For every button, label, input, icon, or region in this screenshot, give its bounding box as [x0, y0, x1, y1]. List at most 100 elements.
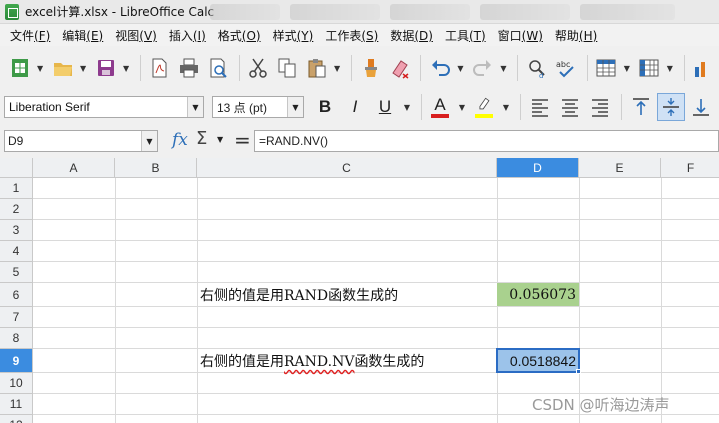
save-dropdown-arrow[interactable]: ▼ [121, 54, 131, 82]
highlight-color-swatch [475, 114, 493, 118]
open-dropdown-arrow[interactable]: ▼ [78, 54, 88, 82]
select-all-corner[interactable] [0, 158, 33, 178]
standard-toolbar: ▼ ▼ ▼ ▼ ▼ ▼ d abc ▼ ▼ [0, 48, 719, 88]
row-header-12[interactable]: 12 [0, 415, 33, 423]
column-header-e[interactable]: E [579, 158, 661, 178]
menu-edit[interactable]: 编辑(E) [56, 27, 109, 44]
print-icon[interactable] [175, 54, 202, 82]
svg-text:abc: abc [556, 60, 570, 69]
paste-icon[interactable] [303, 54, 330, 82]
column-header-b[interactable]: B [115, 158, 197, 178]
export-pdf-icon[interactable] [146, 54, 173, 82]
row-header-8[interactable]: 8 [0, 328, 33, 349]
insert-chart-icon[interactable] [690, 54, 717, 82]
redo-icon[interactable] [469, 54, 496, 82]
font-size-box[interactable]: 13 点 (pt) ▼ [212, 96, 304, 118]
row-header-1[interactable]: 1 [0, 178, 33, 199]
underline-button[interactable]: U [372, 94, 398, 120]
name-box-value[interactable]: D9 [5, 134, 141, 148]
highlight-dropdown-arrow[interactable]: ▼ [501, 93, 511, 121]
font-name-box[interactable]: Liberation Serif ▼ [4, 96, 204, 118]
italic-button[interactable]: I [342, 94, 368, 120]
row-header-2[interactable]: 2 [0, 199, 33, 220]
font-size-dropdown-icon[interactable]: ▼ [287, 97, 303, 117]
align-left-icon[interactable] [526, 93, 554, 121]
column-header-c[interactable]: C [197, 158, 497, 178]
formula-input[interactable]: =RAND.NV() [254, 130, 719, 152]
formatting-toolbar: Liberation Serif ▼ 13 点 (pt) ▼ B I U ▼ A… [0, 90, 719, 124]
align-right-icon[interactable] [586, 93, 614, 121]
find-replace-icon[interactable]: d [523, 54, 550, 82]
font-size-value[interactable]: 13 点 (pt) [213, 99, 287, 116]
spreadsheet-grid[interactable]: A B C D E F 1 2 3 4 5 6 7 8 9 10 11 12 右… [0, 158, 719, 423]
menu-bar: 文件(F) 编辑(E) 视图(V) 插入(I) 格式(O) 样式(Y) 工作表(… [0, 24, 719, 46]
cell-c6[interactable]: 右侧的值是用RAND函数生成的 [200, 285, 398, 305]
new-dropdown-arrow[interactable]: ▼ [35, 54, 45, 82]
window-title: excel计算.xlsx - LibreOffice Calc [25, 5, 215, 19]
function-wizard-icon[interactable]: fx [172, 130, 188, 150]
misspelled-function-name: RAND.NV [284, 354, 355, 370]
paste-dropdown-arrow[interactable]: ▼ [332, 54, 342, 82]
menu-file[interactable]: 文件(F) [4, 27, 56, 44]
center-vertically-icon[interactable] [657, 93, 685, 121]
menu-format[interactable]: 格式(O) [212, 27, 267, 44]
row-header-10[interactable]: 10 [0, 373, 33, 394]
clone-formatting-icon[interactable] [357, 54, 384, 82]
undo-dropdown-arrow[interactable]: ▼ [456, 54, 466, 82]
column-dropdown-arrow[interactable]: ▼ [665, 54, 675, 82]
cell-c9[interactable]: 右侧的值是用RAND.NV函数生成的 [200, 351, 424, 371]
column-header-d[interactable]: D [497, 158, 579, 178]
new-spreadsheet-icon[interactable] [6, 54, 33, 82]
save-icon[interactable] [92, 54, 119, 82]
name-box[interactable]: D9 ▼ [4, 130, 158, 152]
highlight-color-button[interactable] [471, 94, 497, 120]
cell-d9-selected[interactable]: 0.0518842 [496, 348, 580, 373]
sum-icon[interactable]: Σ [196, 128, 207, 149]
name-box-dropdown-icon[interactable]: ▼ [141, 131, 157, 151]
font-name-dropdown-icon[interactable]: ▼ [187, 97, 203, 117]
menu-tools[interactable]: 工具(T) [439, 27, 492, 44]
font-color-button[interactable]: A [427, 94, 453, 120]
redo-dropdown-arrow[interactable]: ▼ [499, 54, 509, 82]
row-header-4[interactable]: 4 [0, 241, 33, 262]
fill-handle[interactable] [576, 369, 581, 374]
menu-sheet[interactable]: 工作表(S) [319, 27, 384, 44]
align-center-icon[interactable] [556, 93, 584, 121]
spelling-icon[interactable]: abc [553, 54, 580, 82]
clear-formatting-icon[interactable] [386, 54, 413, 82]
open-folder-icon[interactable] [49, 54, 76, 82]
font-color-swatch [431, 114, 449, 118]
row-header-5[interactable]: 5 [0, 262, 33, 283]
menu-insert[interactable]: 插入(I) [163, 27, 212, 44]
print-preview-icon[interactable] [204, 54, 231, 82]
title-bar: excel计算.xlsx - LibreOffice Calc [0, 0, 719, 24]
row-header-11[interactable]: 11 [0, 394, 33, 415]
copy-icon[interactable] [274, 54, 301, 82]
row-header-3[interactable]: 3 [0, 220, 33, 241]
cut-icon[interactable] [245, 54, 272, 82]
menu-styles[interactable]: 样式(Y) [267, 27, 320, 44]
menu-window[interactable]: 窗口(W) [492, 27, 549, 44]
align-bottom-icon[interactable] [687, 93, 715, 121]
formula-icon[interactable]: = [234, 128, 251, 152]
font-name-value[interactable]: Liberation Serif [5, 100, 187, 114]
column-icon[interactable] [636, 54, 663, 82]
row-header-6[interactable]: 6 [0, 283, 33, 307]
menu-help[interactable]: 帮助(H) [549, 27, 603, 44]
column-header-a[interactable]: A [33, 158, 115, 178]
background-windows [210, 3, 719, 21]
column-header-f[interactable]: F [661, 158, 719, 178]
align-top-icon[interactable] [627, 93, 655, 121]
sum-dropdown-arrow[interactable]: ▼ [217, 135, 223, 144]
menu-view[interactable]: 视图(V) [109, 27, 163, 44]
row-header-7[interactable]: 7 [0, 307, 33, 328]
cell-d6[interactable]: 0.056073 [497, 283, 579, 306]
row-header-9[interactable]: 9 [0, 349, 33, 373]
row-dropdown-arrow[interactable]: ▼ [622, 54, 632, 82]
menu-data[interactable]: 数据(D) [384, 27, 439, 44]
underline-dropdown-arrow[interactable]: ▼ [402, 93, 412, 121]
undo-icon[interactable] [426, 54, 453, 82]
bold-button[interactable]: B [312, 94, 338, 120]
row-icon[interactable] [593, 54, 620, 82]
font-color-dropdown-arrow[interactable]: ▼ [457, 93, 467, 121]
